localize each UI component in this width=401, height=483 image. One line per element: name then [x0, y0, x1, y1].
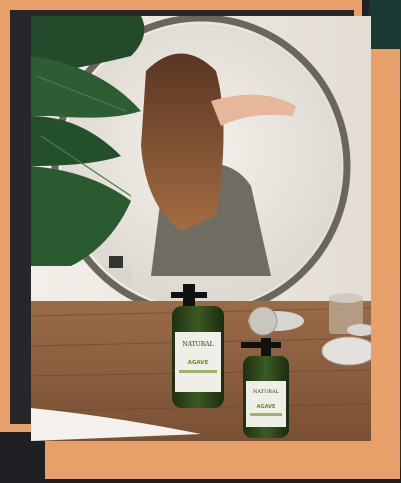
product-photo: NATURAL AGAVE NATURAL AGAVE — [31, 16, 371, 441]
svg-text:NATURAL: NATURAL — [253, 389, 280, 395]
svg-text:AGAVE: AGAVE — [188, 360, 209, 366]
svg-text:NATURAL: NATURAL — [182, 341, 213, 348]
svg-text:AGAVE: AGAVE — [257, 404, 276, 410]
